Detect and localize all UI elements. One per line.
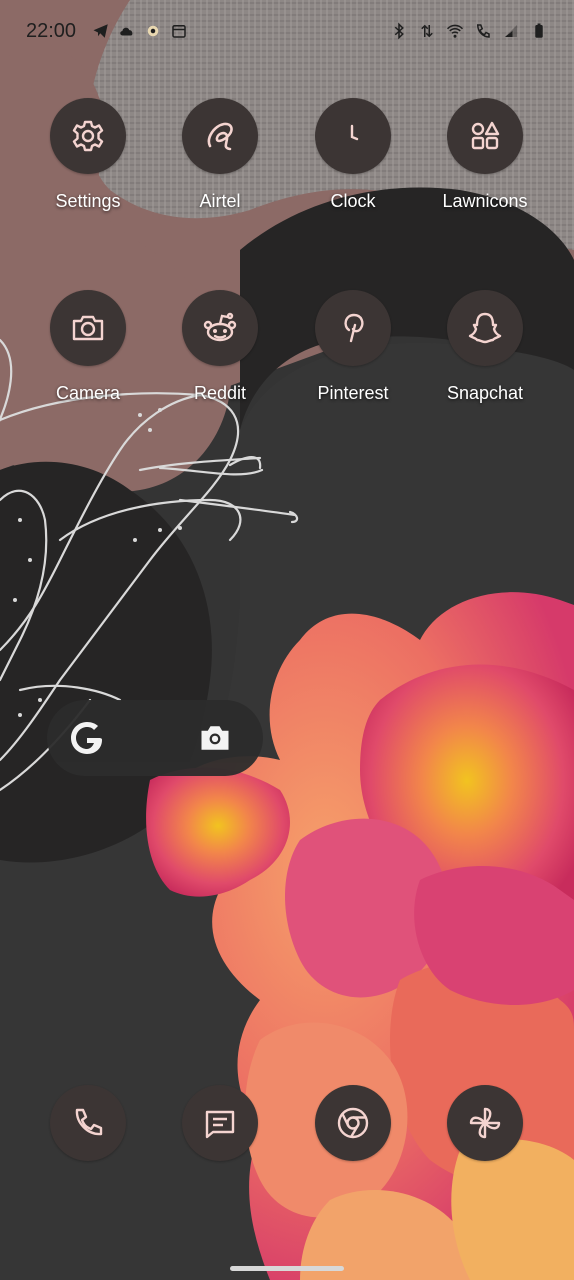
app-label: Settings [55,191,121,211]
cloud-icon [120,27,133,36]
app-camera[interactable]: Camera [28,290,148,404]
app-camera-icon-bg[interactable] [50,290,126,366]
app-lawnicons-icon-bg[interactable] [447,98,523,174]
battery-icon [535,23,543,38]
dock-messages-icon-bg[interactable] [182,1085,258,1161]
app-label: Reddit [193,383,247,403]
app-snapchat[interactable]: Snapchat [425,290,545,404]
app-label: Clock [330,191,376,211]
call-icon [476,24,490,38]
app-airtel-icon-bg[interactable] [182,98,258,174]
clock-icon [350,124,359,141]
shapes-icon [471,121,500,150]
app-airtel[interactable]: Airtel [160,98,280,212]
dock-chrome[interactable] [293,1085,413,1161]
notification-dot-icon [147,25,159,37]
calendar-icon [172,25,186,38]
app-label: Snapchat [446,383,524,403]
gear-icon [72,120,104,152]
ghost-icon [468,312,502,344]
app-pinterest[interactable]: Pinterest [293,290,413,404]
messages-icon [205,1110,235,1139]
app-clock-icon-bg[interactable] [315,98,391,174]
gesture-nav-bar[interactable] [230,1266,344,1271]
app-reddit[interactable]: Reddit [160,290,280,404]
app-label: Pinterest [317,383,389,403]
app-reddit-icon-bg[interactable] [182,290,258,366]
lens-camera-icon[interactable] [197,720,233,756]
app-settings[interactable]: Settings [28,98,148,212]
pinwheel-icon [469,1107,501,1139]
dock-messages[interactable] [160,1085,280,1161]
app-label: Airtel [199,191,241,211]
app-pinterest-icon-bg[interactable] [315,290,391,366]
dock-pinwheel-icon-bg[interactable] [447,1085,523,1161]
wifi-icon [446,24,464,38]
status-bar: 22:00 [0,0,574,64]
app-settings-icon-bg[interactable] [50,98,126,174]
telegram-icon [93,24,108,38]
dock-phone[interactable] [28,1085,148,1161]
airtel-icon [207,122,233,151]
dock-chrome-icon-bg[interactable] [315,1085,391,1161]
signal-icon [505,25,517,37]
search-widget[interactable] [47,700,263,776]
bluetooth-icon [394,22,404,40]
app-label: Camera [55,383,121,403]
reddit-icon [203,312,237,342]
camera-icon [72,315,104,341]
google-g-icon[interactable] [67,718,107,758]
phone-icon [75,1108,103,1136]
app-label: Lawnicons [442,191,528,211]
app-clock[interactable]: Clock [293,98,413,212]
app-snapchat-icon-bg[interactable] [447,290,523,366]
dock-pinwheel[interactable] [425,1085,545,1161]
dock-phone-icon-bg[interactable] [50,1085,126,1161]
status-time: 22:00 [26,20,77,42]
chrome-icon [337,1107,369,1139]
app-lawnicons[interactable]: Lawnicons [425,98,545,212]
pinterest-icon [344,313,364,343]
data-arrows-icon [421,24,433,38]
